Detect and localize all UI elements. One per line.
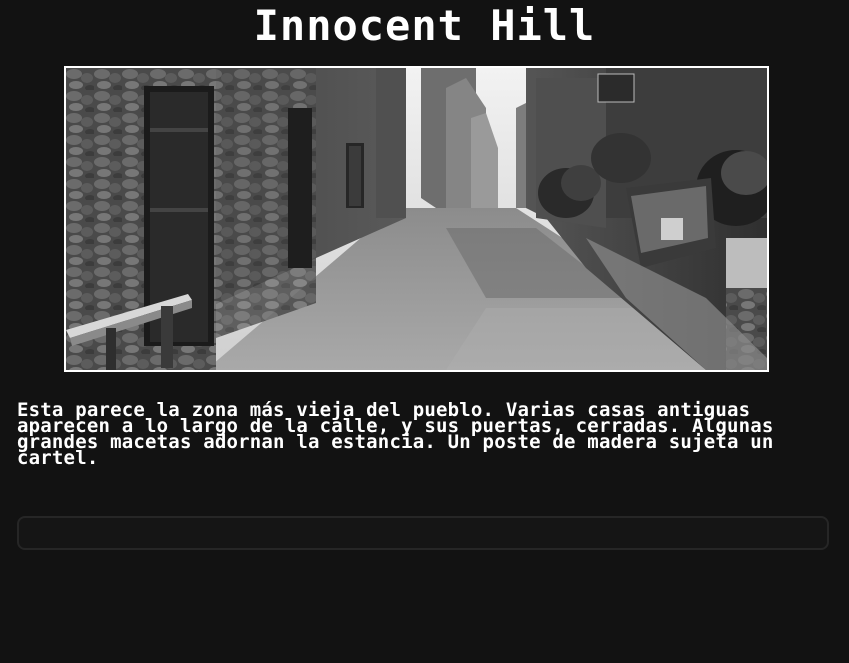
- scene-image: [64, 66, 769, 372]
- command-input[interactable]: [17, 516, 829, 550]
- street-photo: [66, 68, 767, 370]
- game-title: Innocent Hill: [253, 1, 596, 50]
- scene-description: Esta parece la zona más vieja del pueblo…: [17, 399, 774, 469]
